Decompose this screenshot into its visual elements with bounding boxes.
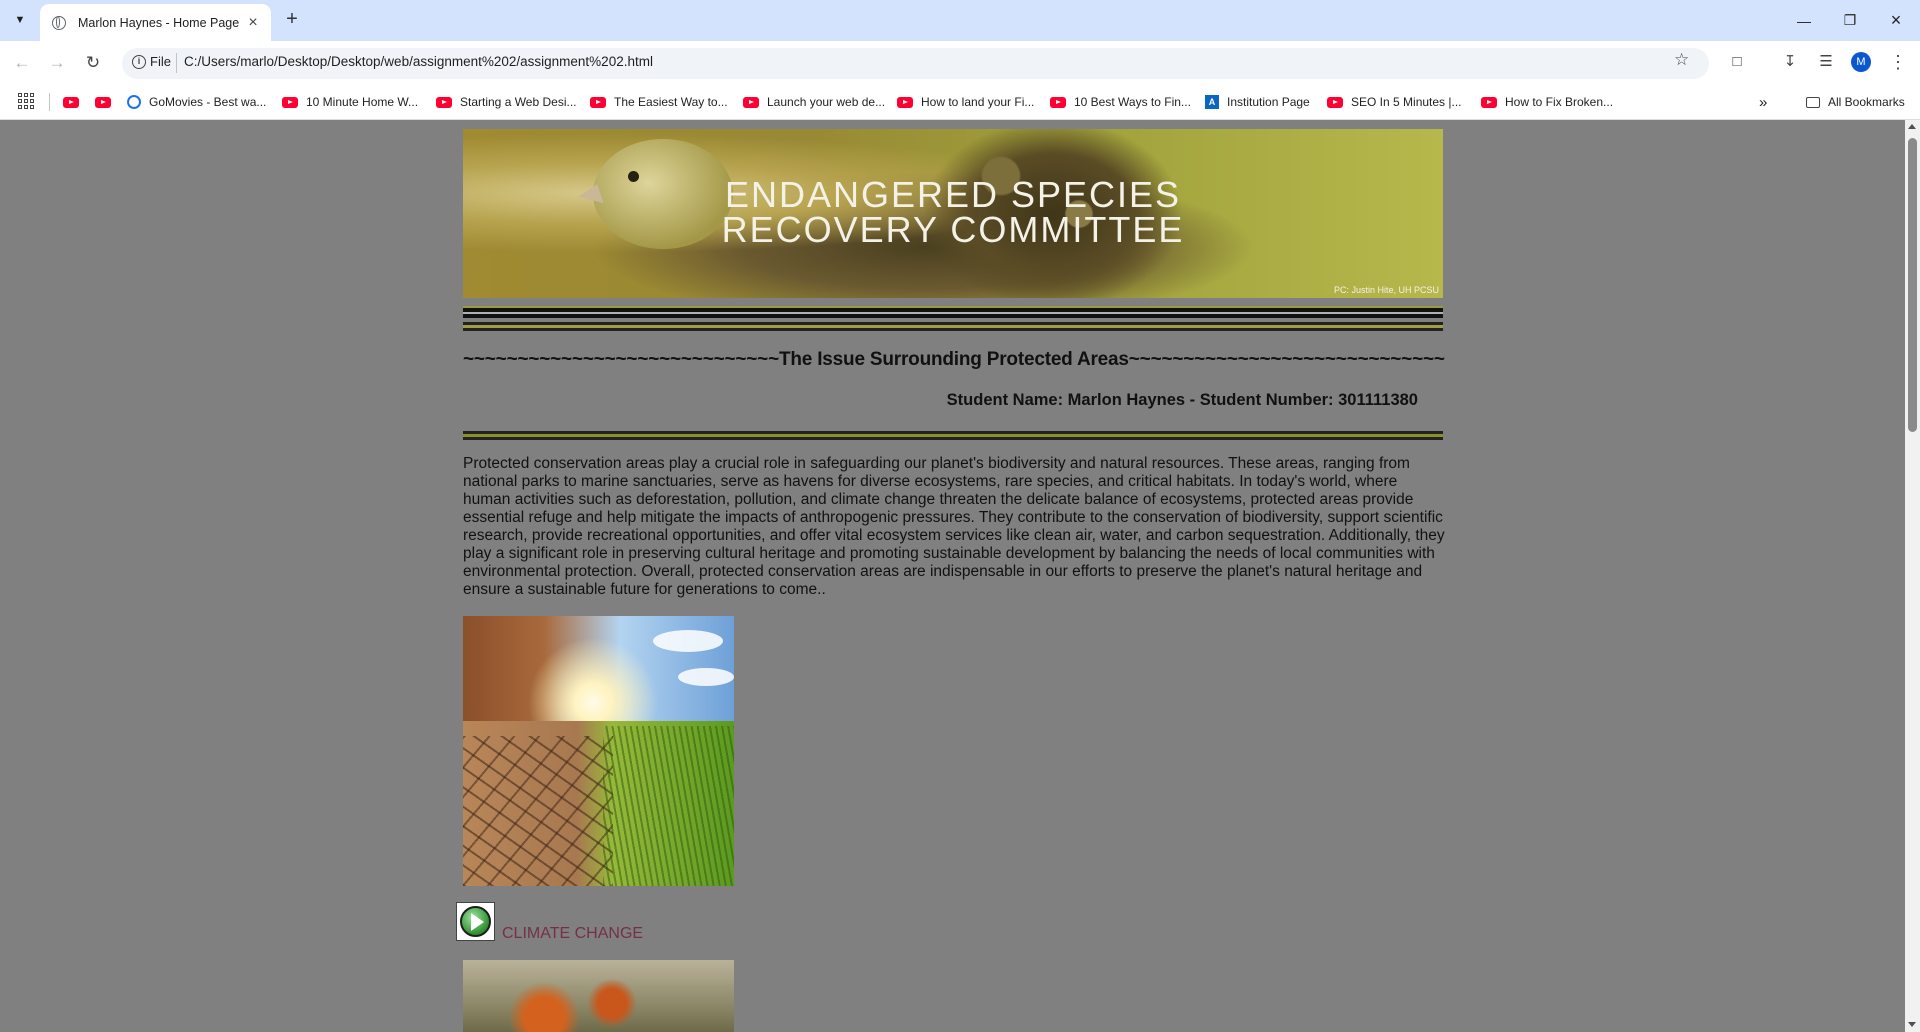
divider-rule-2: [463, 322, 1443, 331]
bookmark-label: Institution Page: [1227, 95, 1310, 109]
youtube-icon: [897, 96, 913, 108]
bookmark-10-minute-home[interactable]: 10 Minute Home W...: [282, 92, 418, 112]
header-banner-image: ENDANGERED SPECIES RECOVERY COMMITTEE PC…: [463, 129, 1443, 298]
bookmark-label: How to land your Fi...: [921, 95, 1035, 109]
scrollbar-thumb[interactable]: [1908, 138, 1917, 432]
youtube-icon: [282, 96, 298, 108]
gomovies-icon: [127, 95, 141, 109]
bookmark-label: Launch your web de...: [767, 95, 886, 109]
photo-cloud-shape: [678, 668, 734, 686]
forward-arrow-icon[interactable]: →: [45, 51, 69, 75]
institution-icon: A: [1205, 95, 1219, 109]
scroll-down-arrow-icon[interactable]: [1908, 1022, 1916, 1027]
all-bookmarks-button[interactable]: All Bookmarks: [1806, 92, 1905, 112]
bookmark-label: 10 Minute Home W...: [306, 95, 419, 109]
apps-grid-icon[interactable]: [18, 93, 34, 109]
divider-rule-3: [463, 431, 1443, 440]
climate-change-link[interactable]: CLIMATE CHANGE: [502, 925, 643, 943]
bookmark-starting-web-design[interactable]: Starting a Web Desi...: [436, 92, 577, 112]
address-separator: [176, 53, 177, 73]
bookmarks-separator: [49, 93, 50, 111]
browser-tab[interactable]: Marlon Haynes - Home Page ×: [40, 4, 271, 41]
downloads-icon[interactable]: ↧: [1779, 51, 1801, 73]
bookmark-label: 10 Best Ways to Fin...: [1074, 95, 1191, 109]
climate-change-photo: [463, 616, 734, 886]
youtube-icon: [743, 96, 759, 108]
photo-cloud-shape: [653, 630, 723, 652]
bookmark-fix-broken[interactable]: How to Fix Broken...: [1481, 92, 1613, 112]
tab-title: Marlon Haynes - Home Page: [78, 15, 240, 30]
flower-photo: [463, 960, 734, 1032]
globe-icon: [52, 15, 66, 30]
back-arrow-icon[interactable]: ←: [10, 51, 34, 75]
tab-search-chevron-icon[interactable]: ▼: [7, 9, 33, 31]
bookmark-label: GoMovies - Best wa...: [149, 95, 267, 109]
window-close-icon[interactable]: ×: [1873, 0, 1919, 41]
new-tab-button[interactable]: +: [280, 8, 304, 32]
address-scheme-label: File: [150, 54, 171, 69]
youtube-icon: [95, 96, 111, 108]
all-bookmarks-label: All Bookmarks: [1828, 95, 1905, 109]
bookmark-label: Starting a Web Desi...: [460, 95, 577, 109]
youtube-icon: [1050, 96, 1066, 108]
bookmark-gomovies[interactable]: GoMovies - Best wa...: [127, 92, 266, 112]
student-info: Student Name: Marlon Haynes - Student Nu…: [946, 391, 1418, 409]
photo-grass-shape: [603, 726, 734, 886]
bookmark-label: How to Fix Broken...: [1505, 95, 1614, 109]
bookmark-star-icon[interactable]: ☆: [1674, 50, 1689, 70]
play-triangle-icon: [471, 913, 484, 931]
banner-title-line-2: RECOVERY COMMITTEE: [721, 209, 1185, 250]
banner-title-line-1: ENDANGERED SPECIES: [724, 174, 1182, 215]
bookmark-youtube-2[interactable]: [95, 92, 119, 112]
url-text[interactable]: C:/Users/marlo/Desktop/Desktop/web/assig…: [184, 54, 653, 69]
bookmark-easiest-way[interactable]: The Easiest Way to...: [590, 92, 728, 112]
page-heading: ~~~~~~~~~~~~~~~~~~~~~~~~~~~~~The Issue S…: [463, 349, 1445, 370]
banner-title: ENDANGERED SPECIES RECOVERY COMMITTEE: [463, 174, 1443, 250]
bookmark-youtube-1[interactable]: [63, 92, 87, 112]
play-button[interactable]: [456, 902, 495, 941]
intro-paragraph: Protected conservation areas play a cruc…: [463, 455, 1445, 598]
bookmark-launch-web[interactable]: Launch your web de...: [743, 92, 885, 112]
youtube-icon: [436, 96, 452, 108]
youtube-icon: [1481, 96, 1497, 108]
extensions-icon[interactable]: □: [1726, 51, 1748, 73]
menu-kebab-icon[interactable]: ⋮: [1887, 51, 1909, 73]
profile-avatar[interactable]: M: [1851, 52, 1871, 72]
close-tab-icon[interactable]: ×: [244, 14, 262, 32]
folder-icon: [1806, 96, 1820, 108]
youtube-icon: [590, 96, 606, 108]
scroll-up-arrow-icon[interactable]: [1908, 124, 1916, 129]
photo-cracked-earth-shape: [463, 736, 613, 886]
reload-icon[interactable]: ↻: [81, 51, 105, 75]
restore-icon[interactable]: ❐: [1827, 0, 1873, 41]
youtube-icon: [1327, 96, 1343, 108]
banner-photo-credit: PC: Justin Hite, UH PCSU: [1333, 285, 1439, 295]
bookmark-seo[interactable]: SEO In 5 Minutes |...: [1327, 92, 1462, 112]
bookmark-10-best-ways[interactable]: 10 Best Ways to Fin...: [1050, 92, 1191, 112]
bookmark-land-your-first[interactable]: How to land your Fi...: [897, 92, 1034, 112]
site-info-icon[interactable]: i: [132, 55, 146, 69]
divider-rule-1: [463, 306, 1443, 318]
minimize-icon[interactable]: —: [1781, 0, 1827, 41]
bookmark-label: The Easiest Way to...: [614, 95, 728, 109]
bookmark-label: SEO In 5 Minutes |...: [1351, 95, 1462, 109]
youtube-icon: [63, 96, 79, 108]
bookmark-institution-page[interactable]: A Institution Page: [1205, 92, 1310, 112]
media-controls-icon[interactable]: ☰: [1815, 51, 1837, 73]
bookmarks-overflow-chevron-icon[interactable]: »: [1759, 92, 1767, 112]
